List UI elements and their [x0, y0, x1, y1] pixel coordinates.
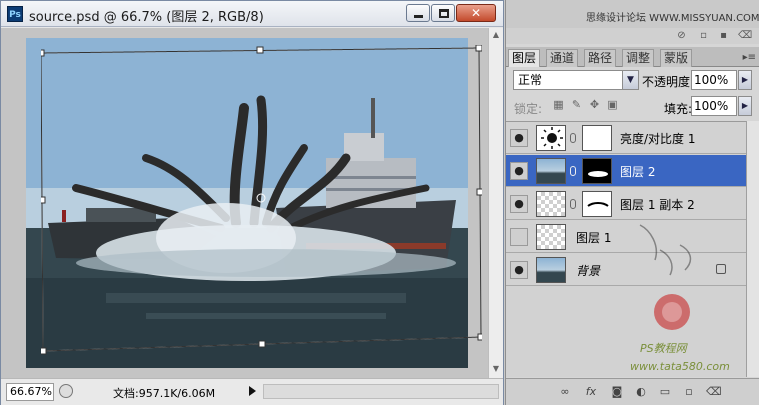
mask-link-icon[interactable] — [570, 133, 576, 143]
blend-mode-select[interactable]: 正常 ▼ — [513, 70, 639, 90]
brightness-icon — [541, 127, 563, 149]
photoshop-icon: Ps — [7, 6, 23, 22]
image-illustration — [26, 38, 468, 368]
opacity-slider-button[interactable]: ▶ — [738, 70, 752, 90]
new-layer-icon[interactable]: ▪ — [718, 30, 729, 41]
layer-row[interactable]: ● 背景 — [506, 254, 746, 286]
visibility-eye-icon[interactable]: ● — [510, 129, 528, 147]
panel-menu-icon[interactable]: ▸≡ — [743, 52, 756, 63]
new-layer-icon[interactable]: ▫ — [682, 385, 696, 399]
lock-transparency-icon[interactable]: ▦ — [552, 98, 565, 111]
tab-channels[interactable]: 通道 — [546, 49, 579, 67]
canvas-image[interactable] — [26, 38, 468, 368]
new-doc-icon[interactable]: ▫ — [698, 30, 709, 41]
brand-watermark: 思缘设计论坛 WWW.MISSYUAN.COM — [586, 13, 759, 24]
layer-thumbnail — [536, 191, 566, 217]
adjustment-thumbnail — [536, 125, 566, 151]
mask-thumbnail[interactable] — [582, 125, 612, 151]
maximize-icon — [439, 9, 449, 18]
horizontal-scrollbar[interactable] — [263, 384, 499, 399]
vertical-scrollbar[interactable]: ▲ ▼ — [488, 28, 503, 378]
lock-icon — [716, 264, 726, 274]
adjustment-layer-icon[interactable]: ◐ — [634, 385, 648, 399]
tab-masks[interactable]: 蒙版 — [660, 49, 693, 67]
layers-bottom-toolbar: ∞ fx ◙ ◐ ▭ ▫ ⌫ — [506, 378, 759, 405]
lock-all-icon[interactable]: ▣ — [606, 98, 619, 111]
minimize-button[interactable] — [406, 4, 430, 22]
mask-thumbnail[interactable] — [582, 191, 612, 217]
document-titlebar[interactable]: Ps source.psd @ 66.7% (图层 2, RGB/8) ✕ — [1, 1, 503, 27]
close-button[interactable]: ✕ — [456, 4, 496, 22]
tab-adjustments[interactable]: 调整 — [622, 49, 655, 67]
panel-tabs: 图层 通道 路径 调整 蒙版 ▸≡ — [506, 47, 759, 67]
layer-name: 图层 2 — [620, 165, 656, 179]
layer-row[interactable]: ● 图层 1 — [506, 221, 746, 253]
scroll-up-icon[interactable]: ▲ — [491, 30, 501, 40]
layer-name: 背景 — [576, 264, 601, 278]
fill-input[interactable]: 100% — [691, 96, 737, 116]
zoom-level-field[interactable]: 66.67% — [6, 383, 54, 401]
mask-link-icon[interactable] — [570, 166, 576, 176]
tab-layers[interactable]: 图层 — [508, 49, 541, 67]
minimize-icon — [414, 15, 423, 18]
no-entry-icon[interactable]: ⊘ — [676, 30, 687, 41]
scroll-down-icon[interactable]: ▼ — [491, 364, 501, 374]
blend-mode-value: 正常 — [518, 73, 543, 87]
lock-label: 锁定: — [514, 102, 543, 116]
document-window: Ps source.psd @ 66.7% (图层 2, RGB/8) ✕ ▲ … — [0, 0, 504, 405]
visibility-eye-icon[interactable]: ● — [510, 228, 528, 246]
fill-label: 填充: — [664, 102, 693, 116]
layer-thumbnail — [536, 158, 566, 184]
status-menu-arrow-icon[interactable] — [249, 386, 256, 396]
mask-link-icon[interactable] — [570, 199, 576, 209]
photoshop-workspace: Ps source.psd @ 66.7% (图层 2, RGB/8) ✕ ▲ … — [0, 0, 759, 405]
layers-panel-dock: 思缘设计论坛 WWW.MISSYUAN.COM ⊘ ▫ ▪ ⌫ 图层 通道 路径… — [505, 0, 759, 405]
mask-shape — [588, 171, 608, 177]
opacity-input[interactable]: 100% — [691, 70, 737, 90]
visibility-eye-icon[interactable]: ● — [510, 261, 528, 279]
panel-mini-toolbar: ⊘ ▫ ▪ ⌫ — [506, 28, 759, 44]
delete-layer-icon[interactable]: ⌫ — [706, 385, 722, 399]
mask-shape — [587, 202, 609, 207]
brand-strip: 思缘设计论坛 WWW.MISSYUAN.COM — [506, 0, 759, 28]
link-layers-icon[interactable]: ∞ — [558, 385, 572, 399]
zoom-icon[interactable] — [59, 384, 73, 398]
visibility-eye-icon[interactable]: ● — [510, 162, 528, 180]
layers-list: ● 亮度/对比度 1 ● 图层 2 ● 图层 1 副本 2 图层 1 ● 背景 — [506, 121, 746, 377]
layer-name: 图层 1 副本 2 — [620, 198, 695, 212]
layer-row[interactable]: ● 图层 1 副本 2 — [506, 188, 746, 220]
fill-slider-button[interactable]: ▶ — [738, 96, 752, 116]
layer-row[interactable]: ● 亮度/对比度 1 — [506, 122, 746, 154]
group-folder-icon[interactable]: ▭ — [658, 385, 672, 399]
tutorial-url-watermark: www.tata580.com — [630, 360, 730, 373]
layer-name: 亮度/对比度 1 — [620, 132, 696, 146]
document-size-info: 文档:957.1K/6.06M — [113, 387, 216, 400]
canvas-area[interactable] — [1, 28, 488, 378]
opacity-label: 不透明度: — [642, 75, 695, 89]
layer-style-icon[interactable]: fx — [584, 385, 598, 399]
trash-icon[interactable]: ⌫ — [738, 30, 752, 41]
layers-scrollbar[interactable] — [746, 121, 759, 377]
visibility-eye-icon[interactable]: ● — [510, 195, 528, 213]
mask-thumbnail[interactable] — [582, 158, 612, 184]
maximize-button[interactable] — [431, 4, 455, 22]
lock-brush-icon[interactable]: ✎ — [570, 98, 583, 111]
ps-tutorial-watermark: PS教程网 — [640, 342, 687, 355]
lock-move-icon[interactable]: ✥ — [588, 98, 601, 111]
layer-thumbnail — [536, 224, 566, 250]
add-mask-icon[interactable]: ◙ — [610, 385, 624, 399]
status-bar: 66.67% 文档:957.1K/6.06M — [1, 378, 503, 405]
tab-paths[interactable]: 路径 — [584, 49, 617, 67]
layer-thumbnail — [536, 257, 566, 283]
layer-row-selected[interactable]: ● 图层 2 — [506, 155, 746, 187]
layer-name: 图层 1 — [576, 231, 612, 245]
chevron-down-icon[interactable]: ▼ — [622, 71, 638, 89]
close-icon: ✕ — [470, 6, 482, 20]
document-title: source.psd @ 66.7% (图层 2, RGB/8) — [29, 10, 264, 25]
